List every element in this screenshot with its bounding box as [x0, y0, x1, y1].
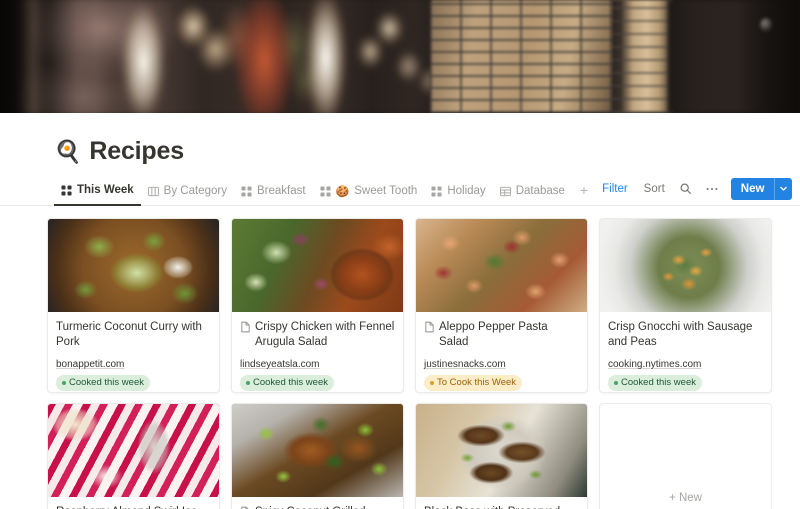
card-body: Crispy Chicken with Fennel Arugula Salad… — [232, 312, 403, 393]
status-dot — [430, 381, 434, 385]
tab-label: This Week — [77, 184, 134, 196]
tab-label: Database — [516, 185, 565, 197]
recipe-title: Black Bass with Preserved Lemon-Pistachi… — [424, 505, 579, 509]
tab-sweet-tooth[interactable]: 🍪 Sweet Tooth — [313, 176, 425, 206]
status-badge: Cooked this week — [240, 375, 334, 391]
card-body: Raspberry Almond Swirl Ice Creambonappet… — [48, 497, 219, 509]
status-row: To Cook this Week — [424, 375, 579, 391]
card-body: Spicy Coconut Grilled Chicken Thighs — [232, 497, 403, 509]
tab-label: Breakfast — [257, 185, 306, 197]
recipe-thumbnail — [600, 219, 771, 312]
chevron-down-icon[interactable] — [774, 178, 792, 200]
recipe-gallery: Turmeric Coconut Curry with Pork bonappet… — [0, 206, 800, 509]
status-row: Cooked this week — [608, 375, 763, 391]
page-content: 🍳 Recipes This Week By Category Breakfast 🍪… — [0, 113, 800, 509]
recipe-title-text: Crispy Chicken with Fennel Arugula Salad — [255, 320, 395, 350]
recipe-thumbnail — [232, 404, 403, 497]
card-body: Crisp Gnocchi with Sausage and Peas cooki… — [600, 312, 771, 393]
new-button-label: New — [731, 178, 775, 200]
recipe-title-text: Black Bass with Preserved Lemon-Pistachi… — [424, 505, 579, 509]
recipe-title-text: Turmeric Coconut Curry with Pork — [56, 320, 211, 350]
table-icon — [500, 186, 511, 197]
recipe-title: Crispy Chicken with Fennel Arugula Salad — [240, 320, 395, 350]
status-badge: To Cook this Week — [424, 375, 522, 391]
recipe-title: Turmeric Coconut Curry with Pork — [56, 320, 211, 350]
recipe-title-text: Spicy Coconut Grilled Chicken Thighs — [255, 505, 395, 509]
tab-label: Sweet Tooth — [354, 185, 417, 197]
ellipsis-icon[interactable] — [701, 178, 723, 200]
card-body: Turmeric Coconut Curry with Pork bonappet… — [48, 312, 219, 393]
recipe-card[interactable]: Turmeric Coconut Curry with Pork bonappet… — [47, 218, 220, 393]
card-body: Black Bass with Preserved Lemon-Pistachi… — [416, 497, 587, 509]
recipe-thumbnail — [48, 219, 219, 312]
status-row: Cooked this week — [240, 375, 395, 391]
recipe-title-text: Crisp Gnocchi with Sausage and Peas — [608, 320, 763, 350]
page-title[interactable]: Recipes — [89, 137, 184, 166]
tab-holiday[interactable]: Holiday — [424, 176, 492, 206]
recipe-title: Crisp Gnocchi with Sausage and Peas — [608, 320, 763, 350]
tab-emoji: 🍪 — [336, 185, 350, 198]
gallery-icon — [320, 186, 331, 197]
page-title-row: 🍳 Recipes — [0, 113, 800, 166]
recipe-card[interactable]: Crispy Chicken with Fennel Arugula Salad… — [231, 218, 404, 393]
recipe-thumbnail — [232, 219, 403, 312]
gallery-icon — [431, 186, 442, 197]
status-badge: Cooked this week — [56, 375, 150, 391]
recipe-card[interactable]: Aleppo Pepper Pasta Salad justinesnacks.c… — [415, 218, 588, 393]
card-body: Aleppo Pepper Pasta Salad justinesnacks.c… — [416, 312, 587, 393]
tab-this-week[interactable]: This Week — [54, 176, 141, 206]
view-toolbar: Filter Sort New — [596, 175, 792, 205]
recipe-thumbnail — [48, 404, 219, 497]
page-icon — [424, 321, 435, 338]
recipe-title: Spicy Coconut Grilled Chicken Thighs — [240, 505, 395, 509]
recipe-card[interactable]: Spicy Coconut Grilled Chicken Thighs — [231, 403, 404, 509]
frying-pan-icon[interactable]: 🍳 — [54, 141, 81, 163]
add-view-button[interactable]: + — [572, 175, 596, 205]
status-dot — [246, 381, 250, 385]
status-badge: Cooked this week — [608, 375, 702, 391]
recipe-url[interactable]: cooking.nytimes.com — [608, 359, 701, 370]
tab-database[interactable]: Database — [493, 176, 572, 206]
recipe-card[interactable]: Black Bass with Preserved Lemon-Pistachi… — [415, 403, 588, 509]
tab-label: By Category — [164, 185, 227, 197]
status-dot — [614, 381, 618, 385]
recipe-title-text: Raspberry Almond Swirl Ice Cream — [56, 505, 211, 509]
recipe-url[interactable]: lindseyeatsla.com — [240, 359, 319, 370]
recipe-card[interactable]: Raspberry Almond Swirl Ice Creambonappet… — [47, 403, 220, 509]
gallery-icon — [241, 186, 252, 197]
status-dot — [62, 381, 66, 385]
recipe-title: Aleppo Pepper Pasta Salad — [424, 320, 579, 350]
recipe-thumbnail — [416, 219, 587, 312]
filter-button[interactable]: Filter — [596, 180, 634, 198]
tab-by-category[interactable]: By Category — [141, 176, 234, 206]
tab-label: Holiday — [447, 185, 485, 197]
sort-button[interactable]: Sort — [638, 180, 671, 198]
recipe-thumbnail — [416, 404, 587, 497]
search-icon[interactable] — [675, 178, 697, 200]
recipe-card[interactable]: Crisp Gnocchi with Sausage and Peas cooki… — [599, 218, 772, 393]
recipe-title: Raspberry Almond Swirl Ice Cream — [56, 505, 211, 509]
cover-image — [0, 0, 800, 113]
cover-vignette — [0, 0, 800, 113]
view-tab-bar: This Week By Category Breakfast 🍪 Sweet Toot… — [0, 176, 800, 206]
gallery-icon — [61, 185, 72, 196]
board-icon — [148, 186, 159, 197]
new-card-placeholder[interactable]: + New — [599, 403, 772, 509]
recipe-url[interactable]: bonappetit.com — [56, 359, 124, 370]
page-icon — [240, 321, 251, 338]
tab-breakfast[interactable]: Breakfast — [234, 176, 313, 206]
status-row: Cooked this week — [56, 375, 211, 391]
new-button[interactable]: New — [731, 178, 793, 200]
recipe-title-text: Aleppo Pepper Pasta Salad — [439, 320, 579, 350]
recipe-url[interactable]: justinesnacks.com — [424, 359, 506, 370]
new-card-label: + New — [600, 492, 771, 504]
view-tabs: This Week By Category Breakfast 🍪 Sweet Toot… — [54, 175, 596, 205]
